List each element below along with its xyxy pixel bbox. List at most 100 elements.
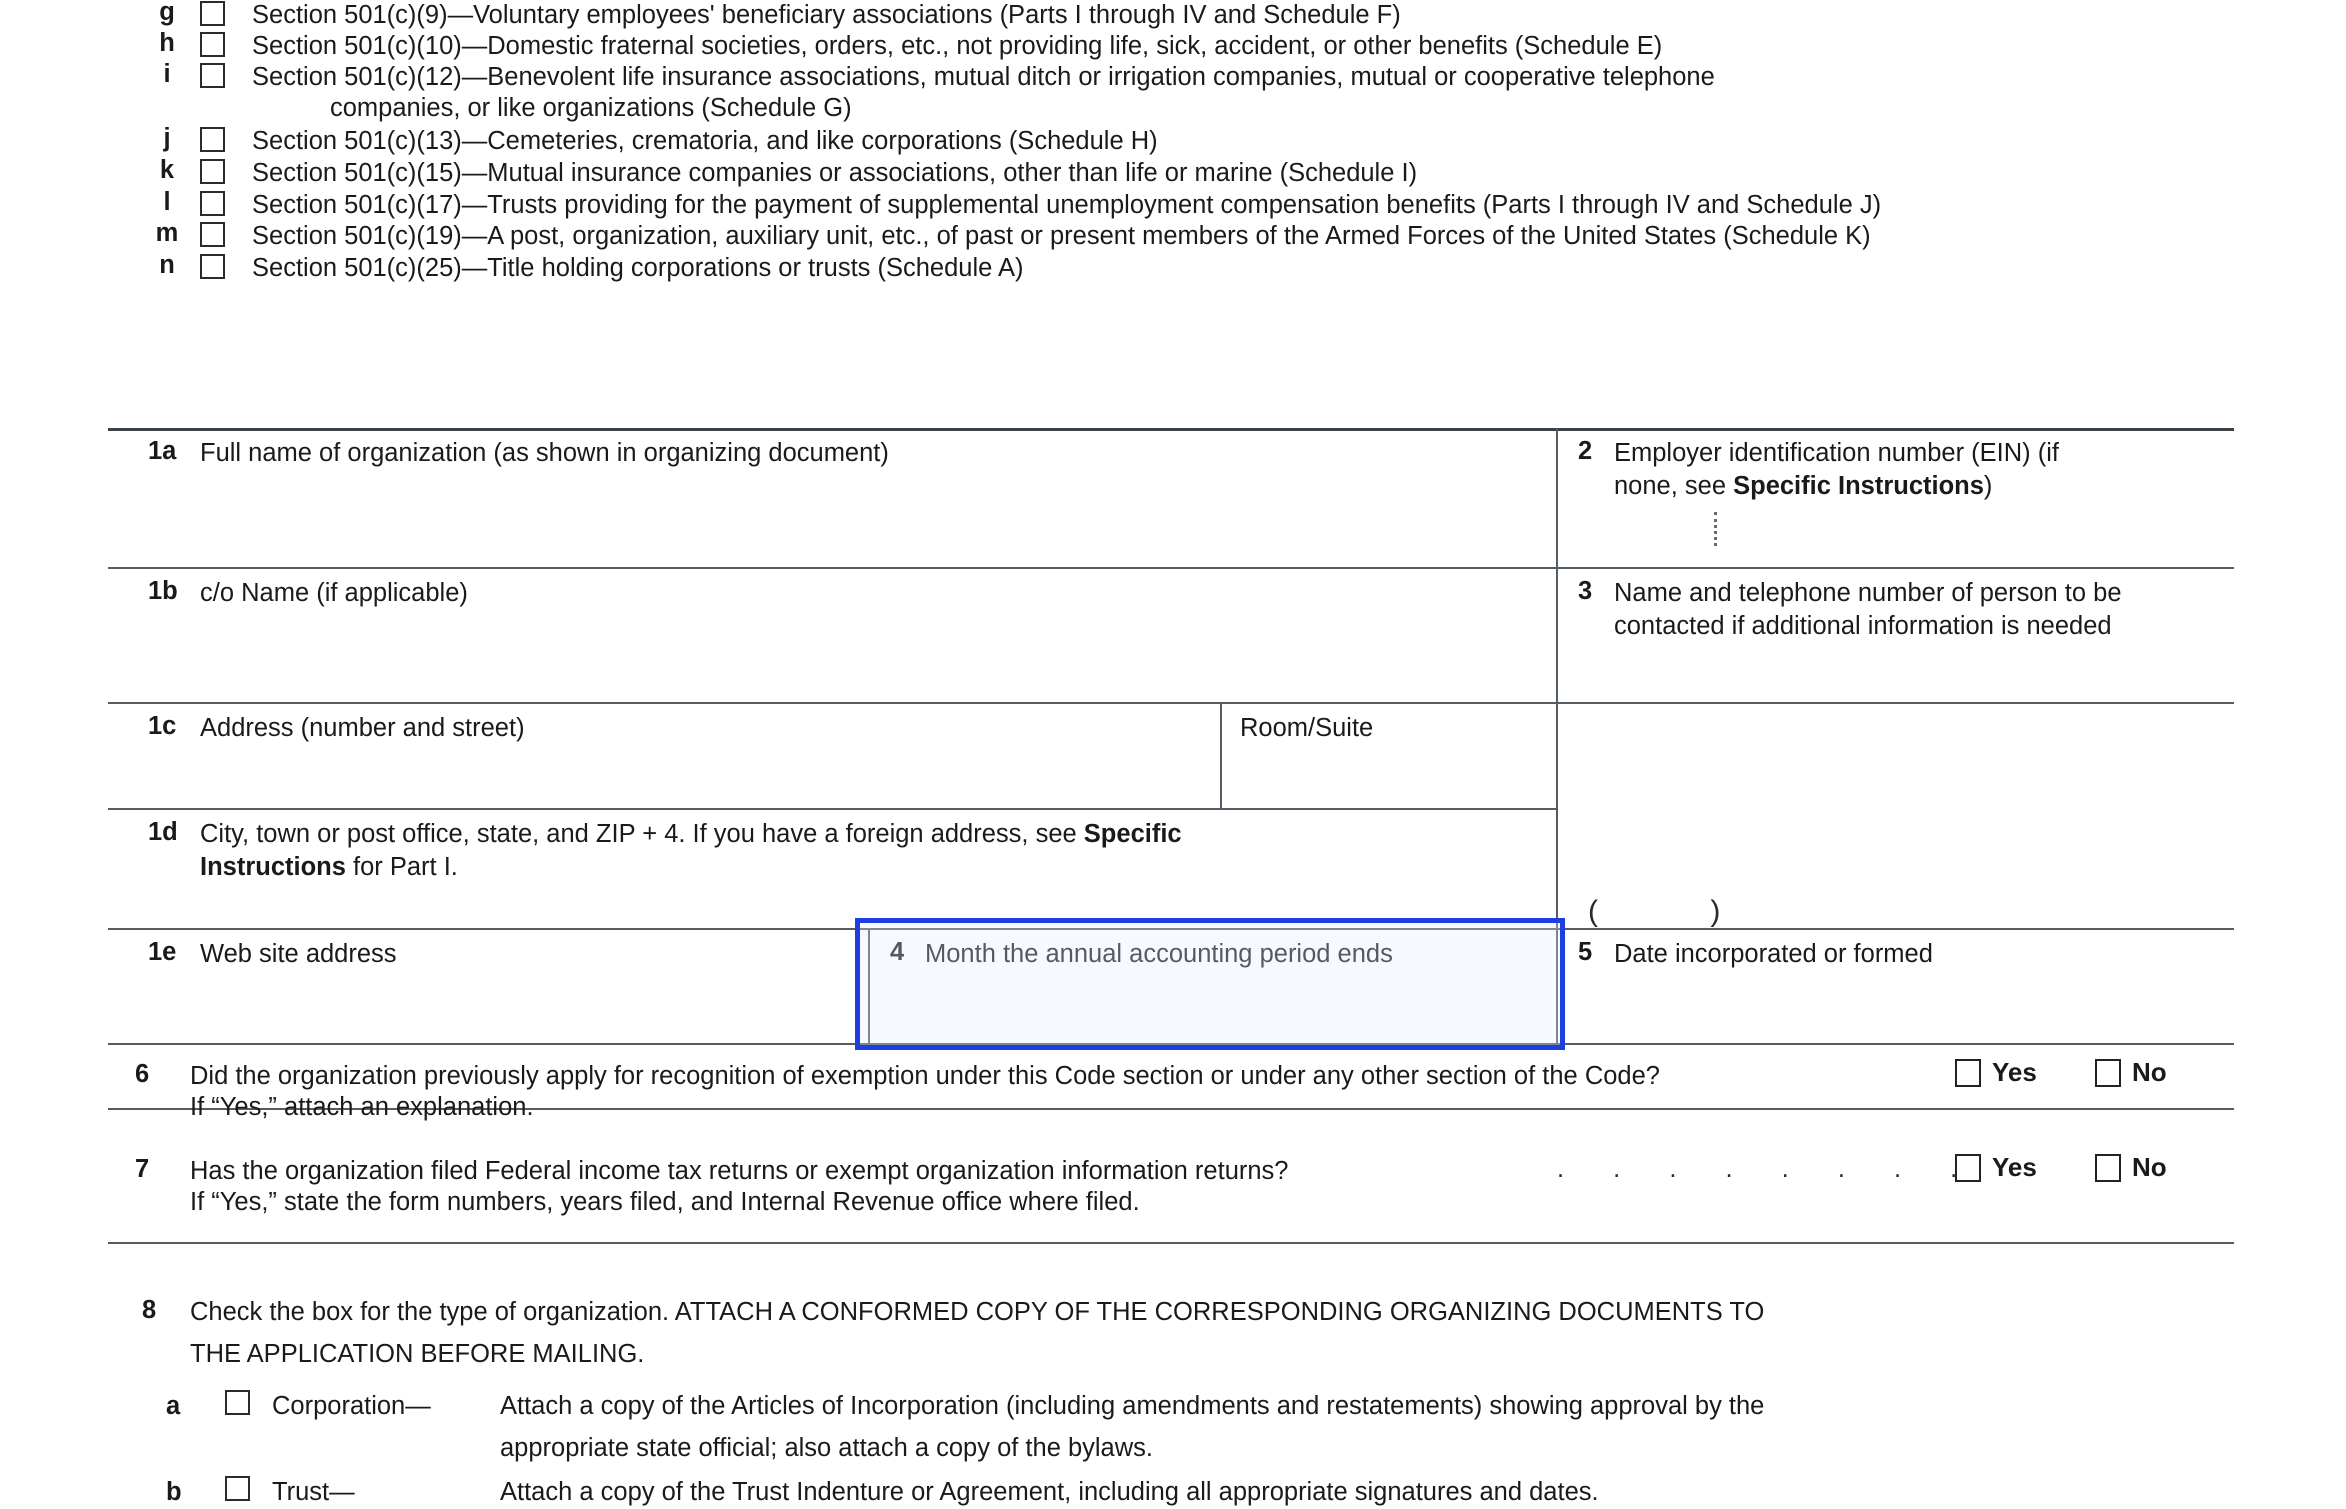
field-3-label-line1: Name and telephone number of person to b…	[1614, 579, 2122, 607]
question-6-no-label: No	[2132, 1057, 2167, 1087]
option-row-m[interactable]: m Section 501(c)(19)—A post, organizatio…	[0, 220, 2346, 253]
item-8a-type: Corporation—	[272, 1392, 431, 1420]
item-8a-desc-line1: Attach a copy of the Articles of Incorpo…	[500, 1392, 1765, 1420]
question-7-no-group[interactable]: No	[2095, 1152, 2167, 1183]
checkbox-501c25[interactable]	[200, 254, 225, 279]
option-letter-g: g	[159, 0, 175, 26]
item-8-number: 8	[142, 1296, 157, 1324]
question-6-no-checkbox[interactable]	[2095, 1058, 2121, 1087]
field-room-suite-label: Room/Suite	[1240, 714, 1374, 742]
field-1a-number: 1a	[148, 437, 177, 465]
option-label-m: Section 501(c)(19)—A post, organization,…	[252, 222, 1871, 250]
field-1b-number: 1b	[148, 577, 178, 605]
checkbox-501c10[interactable]	[200, 32, 225, 57]
field-1e-number: 1e	[148, 938, 177, 966]
field-2-label-line2-pre: none, see	[1614, 471, 1734, 500]
item-8b-desc-line1: Attach a copy of the Trust Indenture or …	[500, 1478, 1599, 1506]
field-2-label-line2-post: )	[1983, 471, 1993, 500]
vrule-right-column	[1556, 428, 1558, 928]
field-4-label: Month the annual accounting period ends	[925, 940, 1393, 968]
vrule-field5-left	[1556, 928, 1558, 1043]
field-1b-label: c/o Name (if applicable)	[200, 579, 468, 607]
checkbox-501c13[interactable]	[200, 127, 225, 152]
item-8b-type: Trust—	[272, 1478, 355, 1506]
field-1c-label: Address (number and street)	[200, 714, 525, 742]
field-1c-input[interactable]	[200, 745, 1190, 803]
rule-1d	[108, 808, 1558, 810]
option-row-l[interactable]: l Section 501(c)(17)—Trusts providing fo…	[0, 188, 2346, 222]
field-1d-input[interactable]	[200, 880, 1520, 924]
field-room-suite-input[interactable]	[1240, 745, 1540, 803]
option-row-k[interactable]: k Section 501(c)(15)—Mutual insurance co…	[0, 156, 2346, 190]
field-4-input[interactable]	[890, 972, 1530, 1034]
option-letter-h: h	[159, 29, 175, 57]
field-1d-number: 1d	[148, 818, 178, 846]
field-1a-label: Full name of organization (as shown in o…	[200, 439, 889, 467]
question-7-yes-checkbox[interactable]	[1955, 1153, 1981, 1182]
option-row-j[interactable]: j Section 501(c)(13)—Cemeteries, cremato…	[0, 124, 2346, 158]
question-7-no-label: No	[2132, 1152, 2167, 1182]
field-1d-label-post: for Part I.	[345, 852, 458, 881]
field-1d-label-bold1: Specific	[1083, 820, 1182, 848]
question-6-line2: If “Yes,” attach an explanation.	[190, 1093, 534, 1121]
option-letter-n: n	[159, 251, 175, 279]
field-3-input[interactable]	[1614, 650, 2214, 710]
field-5-input[interactable]	[1614, 972, 2214, 1034]
field-1b-input[interactable]	[200, 610, 1520, 690]
field-1d-label-pre: City, town or post office, state, and ZI…	[200, 820, 1084, 848]
checkbox-501c9[interactable]	[200, 1, 225, 26]
option-label-i-line1: Section 501(c)(12)—Benevolent life insur…	[252, 63, 1715, 91]
question-7-number: 7	[135, 1155, 150, 1183]
field-1d-label-bold2: Instructions	[200, 852, 346, 881]
field-5-label: Date incorporated or formed	[1614, 940, 1933, 968]
option-letter-j: j	[163, 124, 171, 152]
option-label-l: Section 501(c)(17)—Trusts providing for …	[252, 191, 1882, 219]
item-8-line1: Check the box for the type of organizati…	[190, 1298, 1765, 1326]
question-7-yes-label: Yes	[1992, 1152, 2037, 1182]
rule-1b	[108, 567, 2234, 569]
question-7-leader-dots: . . . . . . . .	[1557, 1155, 1979, 1183]
option-letter-l: l	[163, 188, 171, 216]
checkbox-corporation[interactable]	[225, 1390, 250, 1415]
phone-parentheses: ( )	[1588, 895, 1773, 928]
field-2-label: Employer identification number (EIN) (if…	[1614, 437, 2234, 502]
rule-top-1a	[108, 428, 2234, 431]
field-5-number: 5	[1578, 938, 1593, 966]
option-row-g[interactable]: g Section 501(c)(9)—Voluntary employees'…	[0, 0, 2346, 32]
option-label-j: Section 501(c)(13)—Cemeteries, crematori…	[252, 127, 1158, 155]
field-2-input[interactable]	[1614, 500, 2214, 560]
checkbox-trust[interactable]	[225, 1476, 250, 1501]
vrule-field4-left	[868, 928, 870, 1043]
checkbox-501c15[interactable]	[200, 159, 225, 184]
field-1a-input[interactable]	[200, 470, 1520, 560]
rule-1e	[108, 928, 2234, 930]
option-row-n[interactable]: n Section 501(c)(25)—Title holding corpo…	[0, 251, 2346, 285]
form-page: g Section 501(c)(9)—Voluntary employees'…	[0, 0, 2346, 1506]
option-letter-k: k	[159, 156, 175, 184]
option-label-g: Section 501(c)(9)—Voluntary employees' b…	[252, 1, 1401, 29]
option-row-i[interactable]: i Section 501(c)(12)—Benevolent life ins…	[0, 61, 2346, 124]
checkbox-501c12[interactable]	[200, 63, 225, 88]
checkbox-501c19[interactable]	[200, 222, 225, 247]
option-label-i-line2: companies, or like organizations (Schedu…	[330, 94, 852, 123]
question-7-no-checkbox[interactable]	[2095, 1153, 2121, 1182]
field-1c-number: 1c	[148, 712, 177, 740]
question-7-yes-group[interactable]: Yes	[1955, 1152, 2037, 1183]
item-8a-letter: a	[166, 1392, 181, 1420]
option-row-h[interactable]: h Section 501(c)(10)—Domestic fraternal …	[0, 29, 2346, 63]
option-label-n: Section 501(c)(25)—Title holding corpora…	[252, 254, 1024, 282]
question-6-yes-group[interactable]: Yes	[1955, 1057, 2037, 1088]
field-2-label-line1: Employer identification number (EIN) (if	[1614, 439, 2059, 467]
field-1e-label: Web site address	[200, 940, 397, 968]
checkbox-501c17[interactable]	[200, 191, 225, 216]
field-1e-input[interactable]	[200, 972, 840, 1034]
field-3-number: 3	[1578, 577, 1593, 605]
item-8-line2: THE APPLICATION BEFORE MAILING.	[190, 1340, 645, 1368]
question-6-no-group[interactable]: No	[2095, 1057, 2167, 1088]
item-8b-letter: b	[166, 1478, 182, 1506]
field-2-number: 2	[1578, 437, 1593, 465]
field-3-label: Name and telephone number of person to b…	[1614, 577, 2234, 642]
question-7-line2: If “Yes,” state the form numbers, years …	[190, 1188, 1140, 1216]
question-6-yes-checkbox[interactable]	[1955, 1058, 1981, 1087]
field-3-label-line2: contacted if additional information is n…	[1614, 611, 2112, 640]
